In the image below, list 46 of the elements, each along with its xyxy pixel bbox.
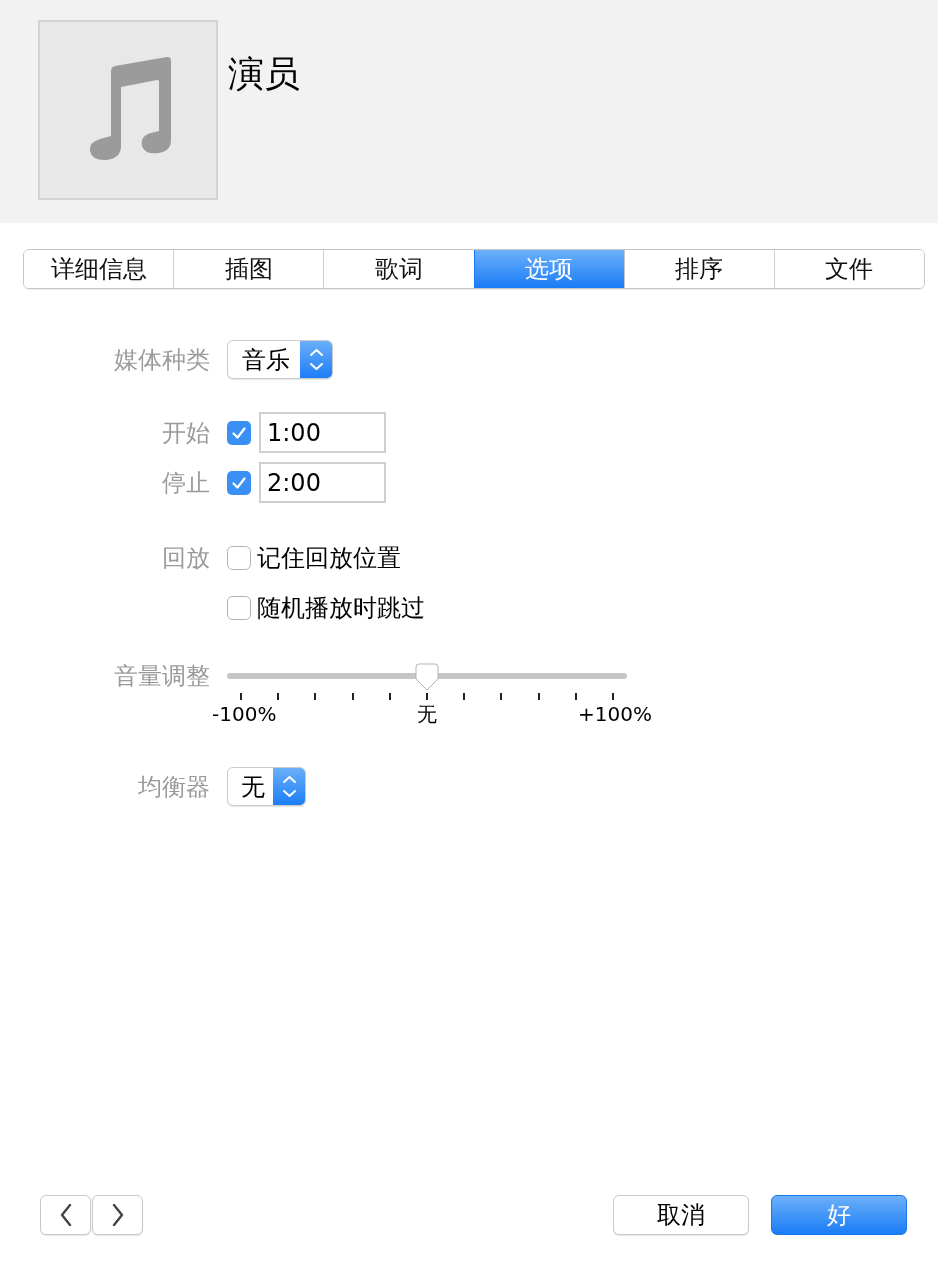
field-label: 音量调整 [113, 661, 210, 691]
scale-label: -100% [212, 702, 277, 726]
tick-mark [351, 693, 354, 700]
option-label: 记住回放位置 [257, 543, 401, 573]
scale-label: 无 [417, 702, 438, 726]
tick-mark [500, 693, 503, 700]
forward-button[interactable] [92, 1195, 143, 1235]
media-kind-popup[interactable]: 音乐 [227, 340, 333, 379]
chevron-updown-icon [300, 341, 332, 378]
tick-mark [537, 693, 540, 700]
equalizer-popup[interactable]: 无 [227, 767, 306, 806]
slider-track[interactable] [227, 663, 627, 691]
tab[interactable]: 歌词 [323, 250, 474, 288]
option-label: 随机播放时跳过 [257, 593, 425, 623]
tick-mark [574, 693, 577, 700]
cancel-button[interactable]: 取消 [613, 1195, 749, 1235]
field-label: 均衡器 [137, 771, 210, 802]
time-field[interactable]: 1:00 [259, 412, 386, 453]
tick-mark [314, 693, 317, 700]
checkbox[interactable] [227, 420, 251, 445]
slider-thumb[interactable] [415, 663, 439, 691]
chevron-updown-icon [273, 768, 305, 805]
tab[interactable]: 排序 [623, 250, 774, 288]
tick-mark [277, 693, 280, 700]
field-label: 回放 [161, 543, 210, 573]
tick-mark [425, 693, 428, 700]
music-note-icon [89, 55, 173, 161]
tab[interactable]: 文件 [773, 250, 924, 288]
time-field[interactable]: 2:00 [259, 462, 386, 503]
checkbox[interactable] [227, 470, 251, 495]
chevron-left-icon [59, 1204, 72, 1226]
tick-mark [611, 693, 614, 700]
field-label: 开始 [161, 417, 210, 448]
back-button[interactable] [40, 1195, 91, 1235]
tab[interactable]: 插图 [173, 250, 324, 288]
checkbox[interactable] [227, 596, 251, 620]
scale-label: +100% [578, 702, 652, 726]
tick-mark [388, 693, 391, 700]
song-title: 演员 [228, 52, 300, 96]
tick-mark [240, 693, 242, 700]
tick-mark [463, 693, 466, 700]
tab[interactable]: 详细信息 [24, 250, 174, 288]
field-label: 停止 [161, 467, 210, 498]
field-label: 媒体种类 [113, 344, 210, 375]
chevron-right-icon [111, 1204, 124, 1226]
checkbox[interactable] [227, 546, 251, 570]
